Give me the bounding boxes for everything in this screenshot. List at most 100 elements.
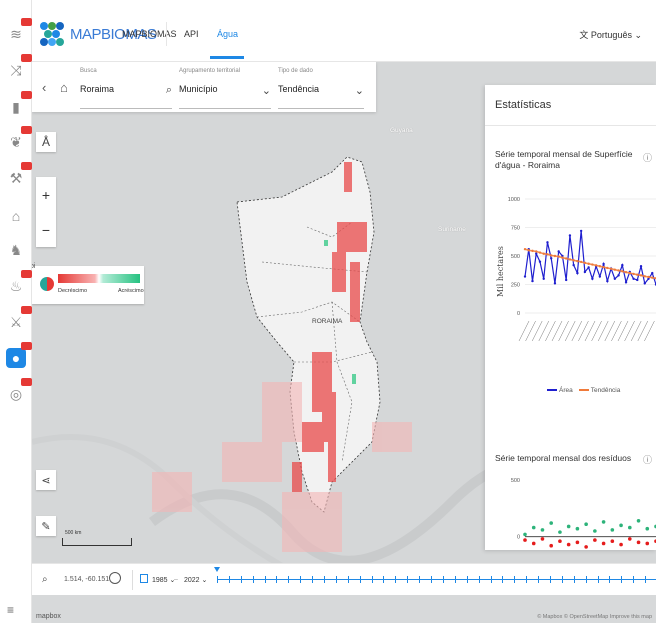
residual-pos-point — [566, 524, 571, 529]
search-icon[interactable]: ⌕ — [166, 84, 172, 97]
timeline-tick[interactable] — [359, 576, 361, 583]
timeline-tick[interactable] — [395, 576, 397, 583]
x-tick-label — [604, 320, 616, 342]
year-to-select[interactable]: 2022 ⌄ — [184, 576, 207, 584]
rail-item-cover[interactable]: ≋ — [6, 18, 32, 44]
y-tick-label: 0 — [517, 535, 520, 541]
info-icon[interactable]: ⓘ — [643, 151, 652, 164]
rail-item-quality[interactable]: ▮ — [6, 91, 32, 117]
timeline-tick[interactable] — [419, 576, 421, 583]
map-scale: 500 km — [62, 530, 132, 546]
timeline-tick[interactable] — [549, 576, 551, 583]
timeline-tick[interactable] — [324, 576, 326, 583]
rail-item-cattle[interactable]: ♞ — [6, 240, 26, 260]
timeline-tick[interactable] — [431, 576, 433, 583]
legend-toggle-icon[interactable] — [40, 277, 54, 291]
timeline-tick[interactable] — [502, 576, 504, 583]
timeline-tick[interactable] — [609, 576, 611, 583]
timeline-tick[interactable] — [585, 576, 587, 583]
rail-item-firemonitor[interactable]: ♨ — [6, 270, 32, 296]
back-arrow-icon[interactable]: ‹ — [42, 80, 46, 95]
residual-pos-point — [558, 530, 562, 534]
x-tick-label — [558, 320, 569, 342]
area-point — [632, 277, 635, 280]
timeline-tick[interactable] — [300, 576, 302, 583]
mapbox-logo[interactable]: mapbox — [36, 613, 61, 620]
timeline-tick[interactable] — [514, 576, 516, 583]
calendar-icon[interactable] — [140, 574, 148, 583]
rail-item-infra[interactable]: ⌂ — [6, 206, 26, 226]
residual-neg-point — [636, 540, 641, 545]
timeline-tick[interactable] — [240, 576, 242, 583]
timeline-tick[interactable] — [490, 576, 492, 583]
rail-item-water[interactable]: ● — [6, 342, 32, 368]
nav-agua[interactable]: Água — [217, 29, 238, 39]
legend-trend[interactable]: Tendência — [578, 387, 620, 394]
timeline-tick[interactable] — [442, 576, 444, 583]
timeline-tick[interactable] — [454, 576, 456, 583]
share-button[interactable]: ⋖ — [36, 470, 56, 490]
rail-item-deforest[interactable]: ⚒ — [6, 162, 32, 188]
timeline-tick[interactable] — [383, 576, 385, 583]
nav-api[interactable]: API — [184, 29, 199, 39]
timeline-tick[interactable] — [217, 576, 218, 583]
trend-point — [561, 256, 564, 259]
trend-point — [579, 260, 583, 264]
rail-item-mining[interactable]: ⚔ — [6, 306, 32, 332]
rail-item-fire[interactable]: ❦ — [6, 126, 32, 152]
trend-point — [546, 253, 549, 256]
new-badge — [21, 126, 32, 134]
timeline-tick[interactable] — [526, 576, 528, 583]
zoom-out-button[interactable]: − — [36, 212, 56, 247]
timeline-tick[interactable] — [633, 576, 635, 583]
pickaxe-icon: ⚔ — [9, 313, 23, 330]
measure-button[interactable]: ✎ — [36, 516, 56, 536]
timeline-tick[interactable] — [466, 576, 468, 583]
zoom-in-button[interactable]: + — [36, 177, 56, 212]
grouping-select[interactable]: Agrupamento territorial Município ⌄ — [179, 68, 271, 109]
residual-neg-point — [628, 537, 632, 541]
timeline-tick[interactable] — [561, 576, 563, 583]
timeline-tick[interactable] — [312, 576, 314, 583]
area-point — [546, 241, 549, 244]
north-compass-button[interactable]: Å — [36, 132, 56, 152]
trend-point — [598, 265, 602, 268]
timeline-tick[interactable] — [276, 576, 278, 583]
locate-target-icon[interactable] — [109, 572, 121, 584]
search-icon[interactable]: ⌕ — [42, 574, 48, 585]
home-icon[interactable]: ⌂ — [60, 80, 68, 95]
timeline-tick[interactable] — [288, 576, 290, 583]
timeline-tick[interactable] — [597, 576, 599, 583]
timeline-tick[interactable] — [228, 576, 230, 583]
menu-icon[interactable]: ≡ — [7, 603, 14, 617]
timeline-track[interactable] — [217, 576, 656, 583]
timeline-tick[interactable] — [621, 576, 623, 583]
search-field[interactable]: Busca Roraima ⌕ — [80, 68, 172, 109]
residual-pos-point — [575, 526, 580, 531]
timeline-tick[interactable] — [573, 576, 575, 583]
cattle-icon: ♞ — [9, 241, 23, 258]
language-selector[interactable]: 文 Português ⌄ — [579, 28, 642, 41]
map-attribution[interactable]: © Mapbox © OpenStreetMap Improve this ma… — [537, 614, 652, 620]
timeline-tick[interactable] — [252, 576, 254, 583]
new-badge — [21, 378, 32, 386]
y-tick-label: 500 — [511, 254, 520, 260]
new-badge — [21, 162, 32, 170]
rail-item-transitions[interactable]: ⤨ — [6, 54, 32, 80]
timeline-tick[interactable] — [335, 576, 337, 583]
timeline-tick[interactable] — [264, 576, 266, 583]
rail-item-soil[interactable]: ◎ — [6, 378, 32, 404]
timeline-tick[interactable] — [645, 576, 647, 583]
trend-point — [542, 252, 545, 255]
timeline-tick[interactable] — [478, 576, 480, 583]
timeline-handle[interactable] — [214, 567, 220, 572]
timeline-tick[interactable] — [347, 576, 349, 583]
timeline-tick[interactable] — [371, 576, 373, 583]
year-from-select[interactable]: 1985 ⌄ — [152, 576, 175, 584]
nav-mapbiomas[interactable]: MAPBIOMAS — [122, 29, 177, 39]
data-type-select[interactable]: Tipo de dado Tendência ⌄ — [278, 68, 364, 109]
timeline-tick[interactable] — [407, 576, 409, 583]
info-icon[interactable]: ⓘ — [643, 453, 652, 466]
timeline-tick[interactable] — [538, 576, 540, 583]
legend-area[interactable]: Área — [547, 387, 573, 394]
